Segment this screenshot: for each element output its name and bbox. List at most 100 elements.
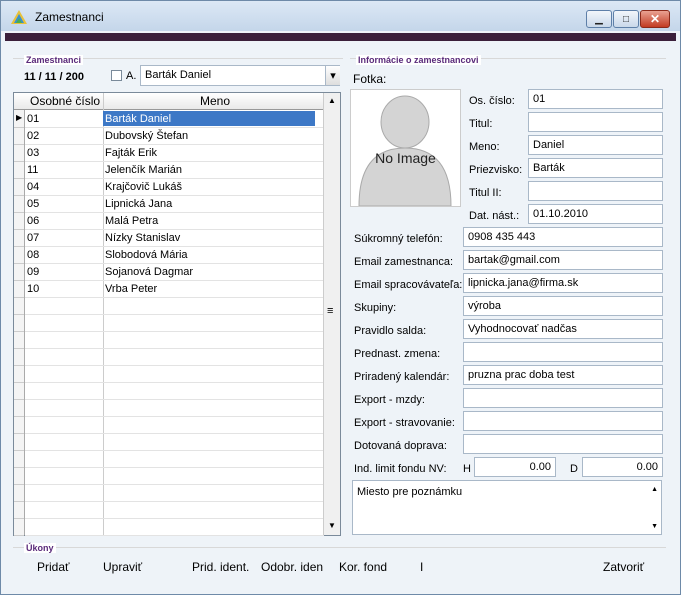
row-marker[interactable] [14,298,24,315]
row-marker[interactable] [14,468,24,485]
os-cislo-field[interactable]: 01 [528,89,663,109]
table-row[interactable] [25,383,324,400]
row-marker[interactable] [14,417,24,434]
row-marker[interactable] [14,400,24,417]
row-marker[interactable] [14,332,24,349]
row-marker[interactable] [14,366,24,383]
table-row[interactable] [25,332,324,349]
employee-grid[interactable]: Osobné číslo Meno ▶ 01 Barták Daniel 02 Dubo… [13,92,341,536]
odobr-iden-button[interactable]: Odobr. iden [261,560,323,574]
email-field[interactable]: bartak@gmail.com [463,250,663,270]
limit-d-label: D [570,463,578,475]
scroll-thumb-icon[interactable]: ≡ [327,305,333,317]
export-mzdy-field[interactable] [463,388,663,408]
kalendar-field[interactable]: pruzna prac doba test [463,365,663,385]
row-marker[interactable] [14,179,24,196]
row-marker[interactable] [14,519,24,536]
table-row[interactable] [25,434,324,451]
table-row[interactable] [25,485,324,502]
priezvisko-field[interactable]: Barták [528,158,663,178]
note-scroll-down-icon[interactable]: ▼ [651,523,658,530]
table-row[interactable] [25,519,324,536]
cell-name: Krajčovič Lukáš [105,181,183,193]
minimize-button[interactable]: ▁ [586,10,612,28]
table-row[interactable] [25,400,324,417]
row-marker[interactable] [14,230,24,247]
row-marker[interactable] [14,383,24,400]
email-proc-field[interactable]: lipnicka.jana@firma.sk [463,273,663,293]
table-row[interactable]: 08 Slobodová Mária [25,247,324,264]
row-marker[interactable] [14,434,24,451]
titul-field[interactable] [528,112,663,132]
table-row[interactable] [25,502,324,519]
column-header-id[interactable]: Osobné číslo [30,94,100,108]
row-marker[interactable] [14,162,24,179]
row-marker[interactable] [14,485,24,502]
table-row[interactable]: 10 Vrba Peter [25,281,324,298]
limit-h-field[interactable]: 0.00 [474,457,556,477]
table-row[interactable] [25,298,324,315]
employee-combo[interactable]: Barták Daniel [140,65,340,86]
doprava-label: Dotovaná doprava: [354,440,447,452]
meno-field[interactable]: Daniel [528,135,663,155]
dat-nast-field[interactable]: 01.10.2010 [528,204,663,224]
table-row[interactable]: 06 Malá Petra [25,213,324,230]
title-bar[interactable]: Zamestnanci ▁ □ ✕ [1,1,680,31]
scroll-down-icon[interactable]: ▼ [328,521,336,530]
note-textarea[interactable]: Miesto pre poznámku ▲ ▼ [352,480,662,535]
table-row[interactable]: 01 Barták Daniel [25,111,324,128]
zatvorit-button[interactable]: Zatvoriť [603,560,644,574]
table-row[interactable]: 09 Sojanová Dagmar [25,264,324,281]
kor-fond-button[interactable]: Kor. fond [339,560,387,574]
combo-dropdown-icon[interactable]: ▾ [325,66,340,85]
table-row[interactable]: 07 Nízky Stanislav [25,230,324,247]
table-row[interactable] [25,468,324,485]
employee-photo[interactable]: No Image [350,89,461,207]
row-marker[interactable] [14,196,24,213]
saldo-field[interactable]: Vyhodnocovať nadčas [463,319,663,339]
titul2-field[interactable] [528,181,663,201]
table-row[interactable]: 02 Dubovský Štefan [25,128,324,145]
titul2-label: Titul II: [469,187,502,199]
row-marker[interactable] [14,247,24,264]
skupiny-field[interactable]: výroba [463,296,663,316]
grid-scrollbar[interactable]: ▲ ≡ ▼ [323,93,340,535]
table-row[interactable] [25,366,324,383]
table-row[interactable]: 03 Fajták Erik [25,145,324,162]
row-marker[interactable]: ▶ [14,111,24,128]
close-button[interactable]: ✕ [640,10,670,28]
prid-ident-button[interactable]: Prid. ident. [192,560,249,574]
scroll-up-icon[interactable]: ▲ [328,96,336,105]
table-row[interactable] [25,349,324,366]
row-marker[interactable] [14,315,24,332]
export-mzdy-label: Export - mzdy: [354,394,425,406]
row-marker[interactable] [14,264,24,281]
table-row[interactable]: 04 Krajčovič Lukáš [25,179,324,196]
table-row[interactable]: 05 Lipnická Jana [25,196,324,213]
doprava-field[interactable] [463,434,663,454]
all-checkbox[interactable] [111,70,122,81]
row-marker[interactable] [14,502,24,519]
limit-d-field[interactable]: 0.00 [582,457,663,477]
row-marker[interactable] [14,145,24,162]
row-marker[interactable] [14,281,24,298]
note-scroll-up-icon[interactable]: ▲ [651,486,658,493]
no-image-text: No Image [375,150,436,166]
pridat-button[interactable]: Pridať [37,560,70,574]
table-row[interactable] [25,315,324,332]
table-row[interactable]: 11 Jelenčík Marián [25,162,324,179]
row-marker[interactable] [14,349,24,366]
row-marker[interactable] [14,128,24,145]
table-row[interactable] [25,451,324,468]
maximize-button[interactable]: □ [613,10,639,28]
table-row[interactable] [25,417,324,434]
cell-name: Dubovský Štefan [105,130,189,142]
row-marker[interactable] [14,451,24,468]
upravit-button[interactable]: Upraviť [103,560,142,574]
email-proc-label: Email spracovávateľa: [354,279,463,291]
column-header-name[interactable]: Meno [200,94,230,108]
row-marker[interactable] [14,213,24,230]
export-strav-field[interactable] [463,411,663,431]
phone-field[interactable]: 0908 435 443 [463,227,663,247]
zmena-field[interactable] [463,342,663,362]
